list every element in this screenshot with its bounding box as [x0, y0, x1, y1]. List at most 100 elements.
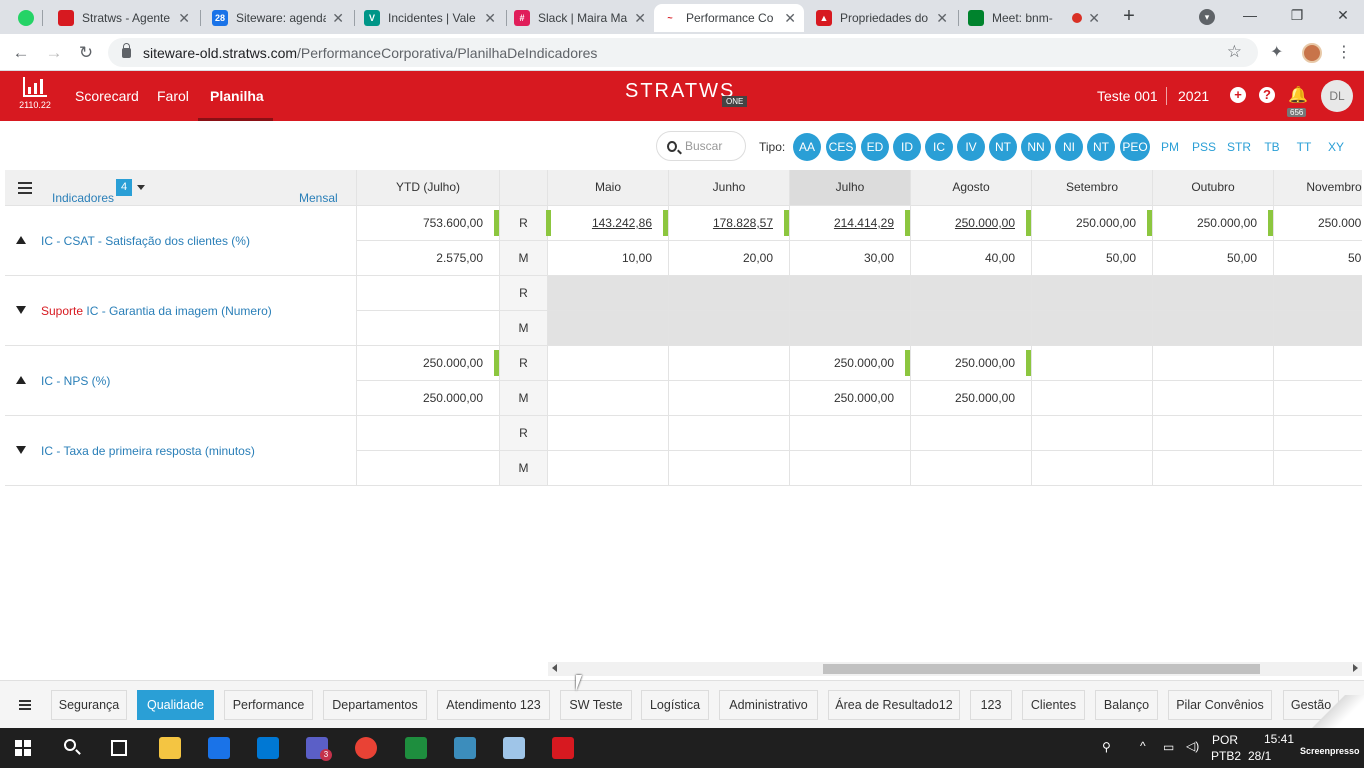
realized-value[interactable]: 214.414,29: [790, 206, 911, 241]
indicator-row-name[interactable]: IC - NPS (%): [5, 346, 357, 416]
realized-value[interactable]: [548, 276, 669, 311]
bottom-tab[interactable]: Área de Resultado12: [828, 690, 960, 720]
scope-selector[interactable]: Teste 001: [1097, 88, 1158, 104]
app-grid-icon[interactable]: [405, 737, 427, 759]
tipo-chip[interactable]: XY: [1325, 133, 1347, 161]
volume-icon[interactable]: ◁): [1186, 739, 1199, 753]
realized-value[interactable]: 250.000,00: [911, 206, 1032, 241]
realized-value[interactable]: [1032, 346, 1153, 381]
target-value[interactable]: 30,00: [790, 241, 911, 276]
realized-value[interactable]: [548, 346, 669, 381]
browser-menu-icon[interactable]: ⋮: [1336, 42, 1352, 62]
notes-icon[interactable]: [503, 737, 525, 759]
close-icon[interactable]: ✕: [634, 10, 646, 27]
indicator-name[interactable]: Suporte IC - Garantia da imagem (Numero): [5, 276, 356, 346]
target-value[interactable]: 50,00: [1274, 241, 1362, 276]
target-value[interactable]: 250.000,00: [911, 381, 1032, 416]
bottom-tab[interactable]: Segurança: [51, 690, 127, 720]
bottom-tab[interactable]: Pilar Convênios: [1168, 690, 1272, 720]
close-icon[interactable]: ✕: [178, 10, 190, 27]
target-value[interactable]: [548, 311, 669, 346]
target-value[interactable]: [669, 311, 790, 346]
clock-time[interactable]: 15:41: [1264, 732, 1294, 746]
indicator-name[interactable]: IC - Taxa de primeira resposta (minutos): [5, 416, 356, 486]
close-icon[interactable]: ✕: [332, 10, 344, 27]
tipo-chip[interactable]: PEO: [1120, 133, 1150, 161]
scroll-right-icon[interactable]: [1353, 664, 1358, 672]
realized-value[interactable]: 250.000,00: [1274, 206, 1362, 241]
tipo-chip[interactable]: AA: [793, 133, 821, 161]
windows-start-icon[interactable]: [15, 740, 31, 756]
realized-value[interactable]: [1274, 346, 1362, 381]
browser-tab-0[interactable]: Stratws - Agente ✕: [50, 4, 198, 32]
browser-tab-1[interactable]: 28 Siteware: agenda ✕: [204, 4, 352, 32]
bottom-tab[interactable]: Logística: [641, 690, 709, 720]
tipo-chip[interactable]: NN: [1021, 133, 1051, 161]
chrome-icon[interactable]: [355, 737, 377, 759]
language-indicator[interactable]: POR: [1212, 733, 1238, 747]
indicator-row-name[interactable]: IC - CSAT - Satisfação dos clientes (%): [5, 206, 357, 276]
realized-value[interactable]: [911, 276, 1032, 311]
indicator-row-name[interactable]: IC - Taxa de primeira resposta (minutos): [5, 416, 357, 486]
target-value[interactable]: 20,00: [669, 241, 790, 276]
realized-value[interactable]: 250.000,00: [790, 346, 911, 381]
target-value[interactable]: [1153, 451, 1274, 486]
horizontal-scrollbar[interactable]: [548, 662, 1362, 676]
realized-value[interactable]: [548, 416, 669, 451]
realized-value[interactable]: [1274, 416, 1362, 451]
realized-value[interactable]: [790, 276, 911, 311]
scrollbar-thumb[interactable]: [823, 664, 1260, 674]
target-value[interactable]: [1274, 311, 1362, 346]
browser-tab-2[interactable]: V Incidentes | Vale ✕: [356, 4, 504, 32]
bottom-tab[interactable]: Atendimento 123: [437, 690, 550, 720]
browser-tab-5[interactable]: ▲ Propriedades do ✕: [808, 4, 956, 32]
user-avatar[interactable]: DL: [1321, 80, 1353, 112]
year-selector[interactable]: 2021: [1178, 88, 1209, 104]
tipo-chip[interactable]: ID: [893, 133, 921, 161]
bell-icon[interactable]: 🔔: [1288, 85, 1308, 105]
bottom-tab[interactable]: Clientes: [1022, 690, 1085, 720]
browser-tab-3[interactable]: # Slack | Maira Ma ✕: [506, 4, 654, 32]
nav-scorecard[interactable]: Scorecard: [75, 88, 139, 104]
tipo-chip[interactable]: TT: [1293, 133, 1315, 161]
menu-icon[interactable]: [19, 700, 31, 710]
keyboard-layout[interactable]: PTB2: [1211, 749, 1241, 763]
search-box[interactable]: [656, 131, 746, 161]
target-value[interactable]: 50,00: [1032, 241, 1153, 276]
target-value[interactable]: 10,00: [548, 241, 669, 276]
tipo-chip[interactable]: PM: [1158, 133, 1182, 161]
nav-farol[interactable]: Farol: [157, 88, 189, 104]
target-value[interactable]: [1274, 451, 1362, 486]
maximize-icon[interactable]: ❐: [1285, 4, 1309, 26]
realized-value[interactable]: [669, 346, 790, 381]
mail-icon[interactable]: [208, 737, 230, 759]
realized-value[interactable]: 250.000,00: [1032, 206, 1153, 241]
screenpresso-icon[interactable]: [552, 737, 574, 759]
calculator-icon[interactable]: [454, 737, 476, 759]
tipo-chip[interactable]: NT: [1087, 133, 1115, 161]
target-value[interactable]: [1153, 311, 1274, 346]
close-icon[interactable]: ✕: [936, 10, 948, 27]
browser-tab-active[interactable]: ~ Performance Co ✕: [654, 4, 804, 32]
realized-value[interactable]: 143.242,86: [546, 206, 669, 241]
tab-search-icon[interactable]: ▾: [1199, 9, 1215, 25]
target-value[interactable]: [1032, 451, 1153, 486]
target-value[interactable]: [1032, 381, 1153, 416]
target-value[interactable]: 50,00: [1153, 241, 1274, 276]
people-icon[interactable]: ⚲: [1102, 740, 1111, 754]
tipo-chip[interactable]: IC: [925, 133, 953, 161]
target-value[interactable]: [669, 381, 790, 416]
close-icon[interactable]: ✕: [784, 10, 796, 27]
close-window-icon[interactable]: ✕: [1331, 4, 1355, 26]
tipo-chip[interactable]: NI: [1055, 133, 1083, 161]
url-field[interactable]: siteware-old.stratws.com/PerformanceCorp…: [108, 38, 1258, 67]
search-icon[interactable]: [64, 739, 76, 751]
realized-value[interactable]: [1032, 416, 1153, 451]
realized-value[interactable]: 250.000,00: [911, 346, 1032, 381]
whatsapp-tab[interactable]: [10, 4, 40, 32]
minimize-icon[interactable]: —: [1238, 4, 1262, 26]
new-tab-button[interactable]: +: [1118, 6, 1140, 28]
search-input[interactable]: [685, 139, 745, 153]
target-value[interactable]: [790, 451, 911, 486]
help-icon[interactable]: ?: [1259, 87, 1275, 103]
